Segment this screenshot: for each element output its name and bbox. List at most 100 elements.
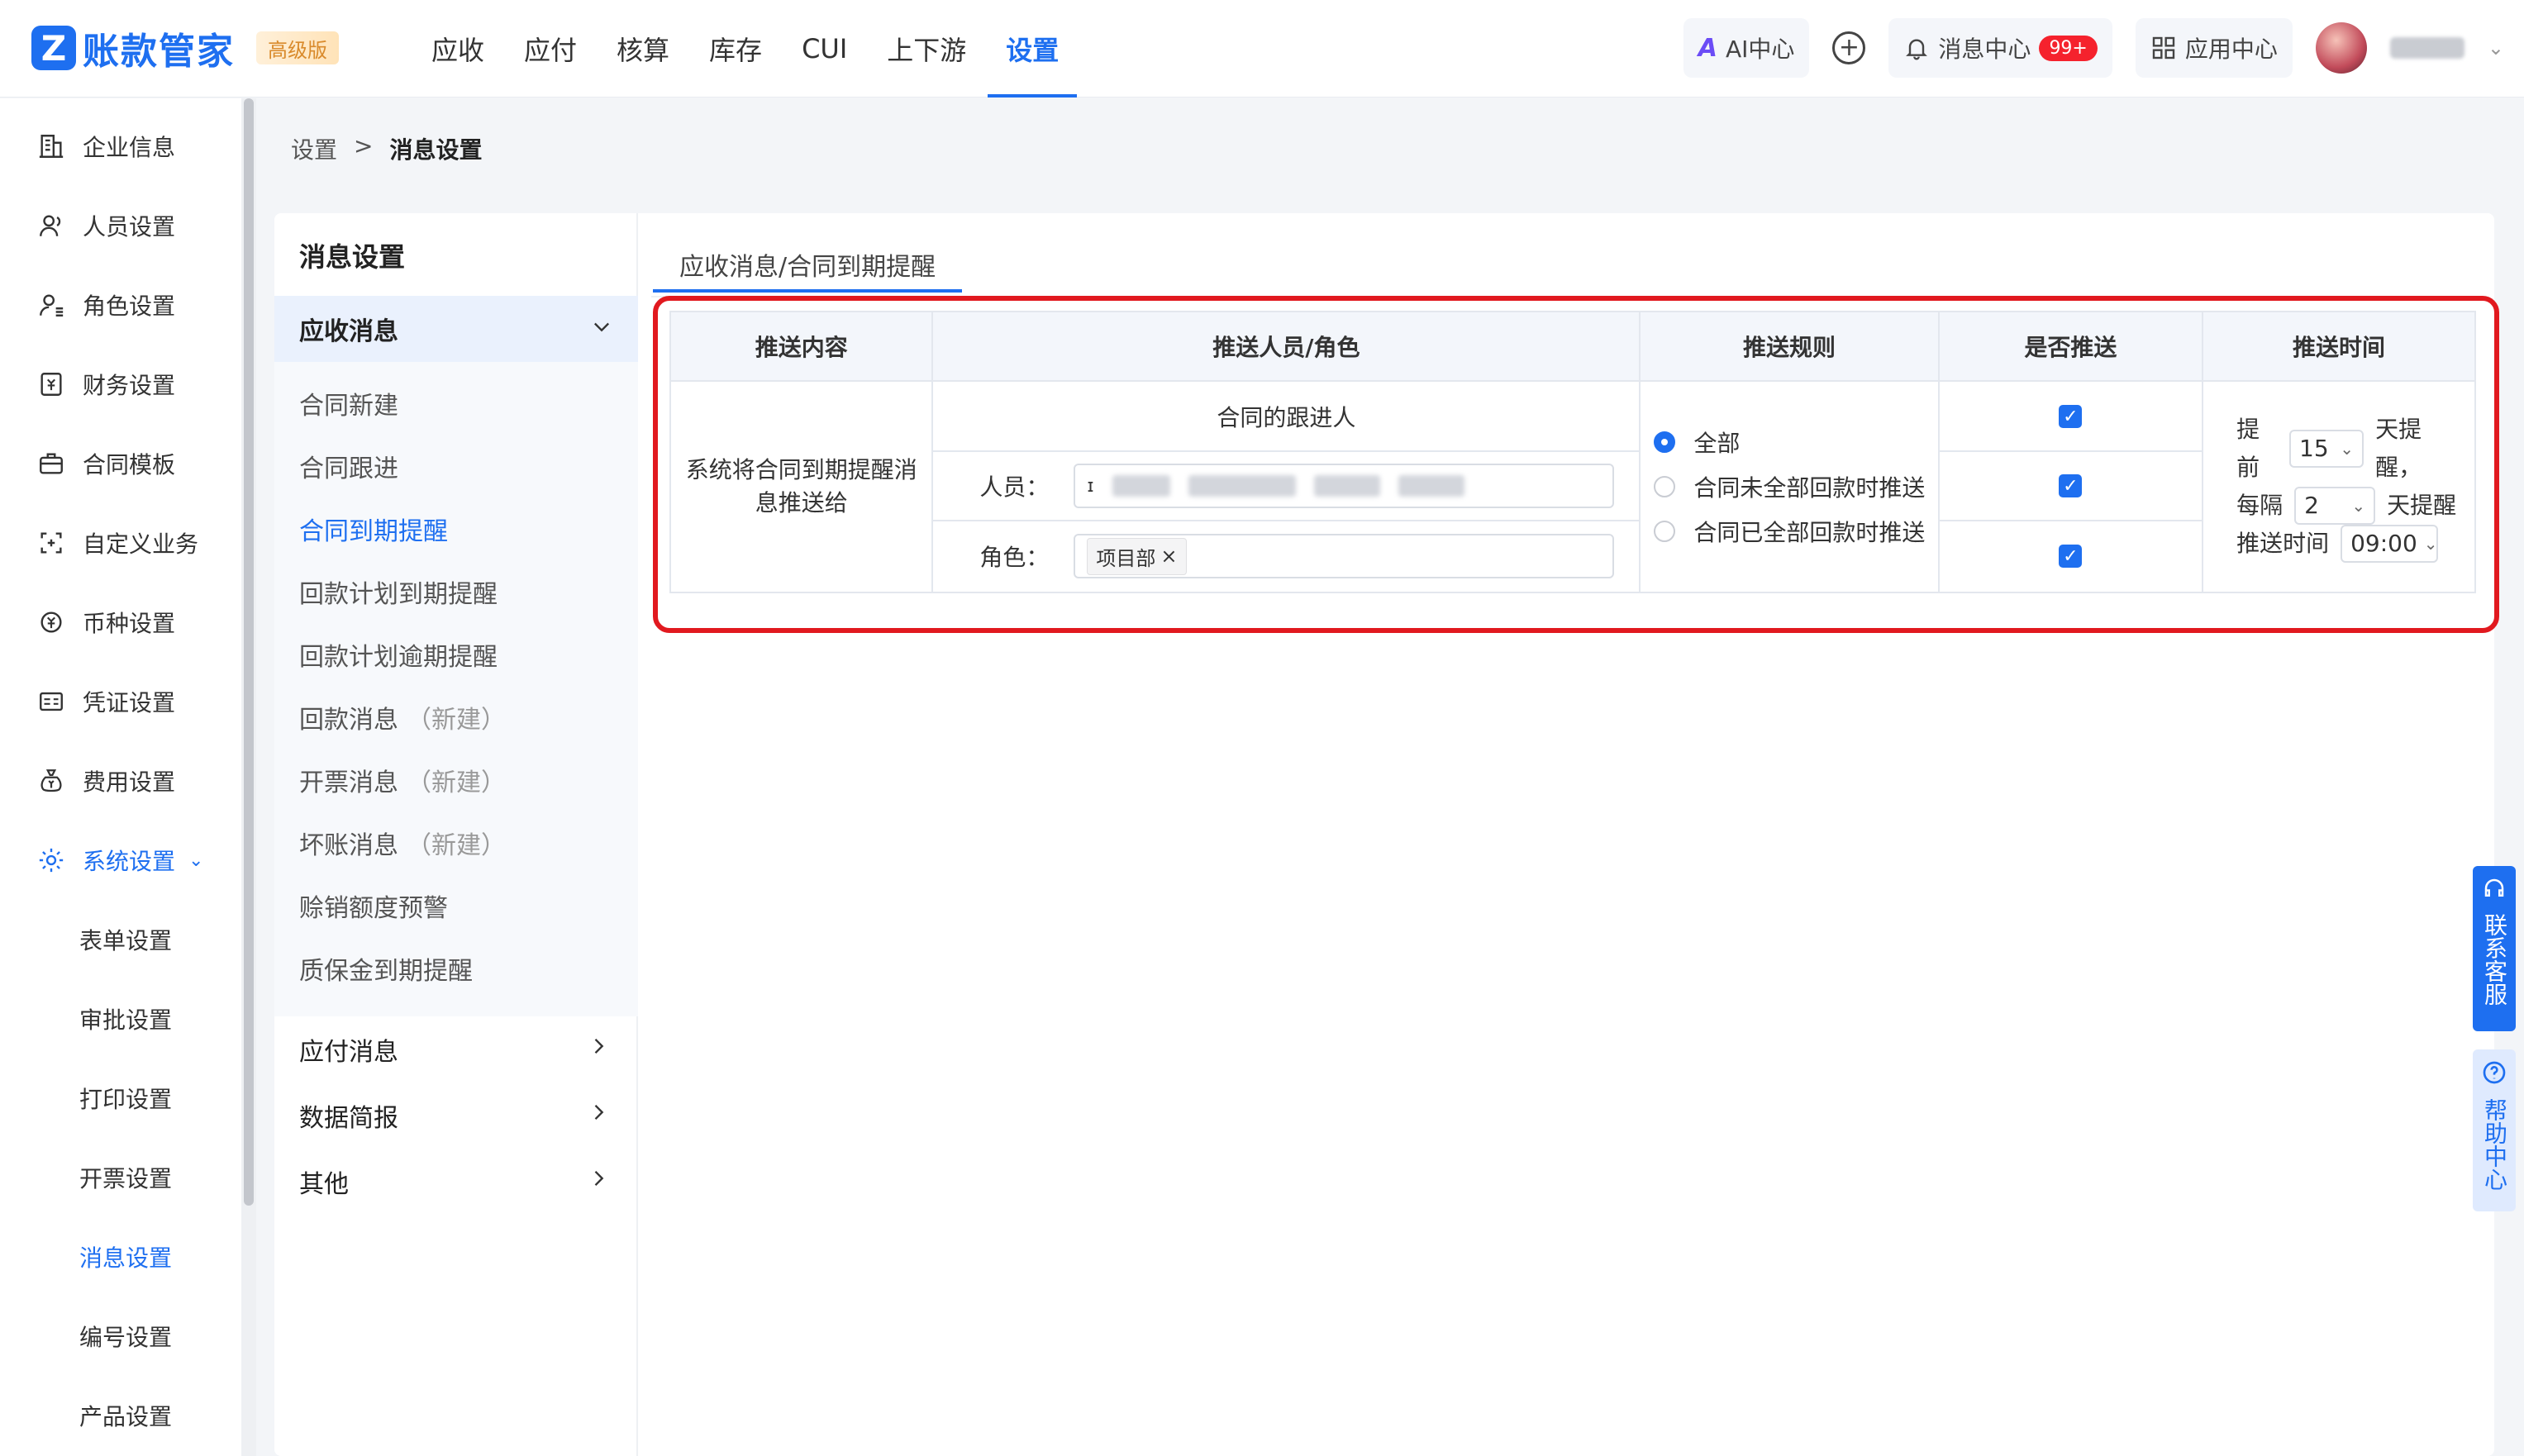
sidebar-item-contract-template[interactable]: 合同模板	[0, 424, 241, 503]
user-icon	[36, 211, 66, 240]
sidebar-item-product-settings[interactable]: 产品设置	[0, 1376, 241, 1455]
message-count-badge: 99+	[2039, 35, 2098, 61]
sidebar-item-invoice-settings[interactable]: 开票设置	[0, 1138, 241, 1217]
collapsed-groups: 应付消息 数据简报 其他	[274, 1016, 638, 1215]
top-bar: Z 账款管家 高级版 应收 应付 核算 库存 CUI 上下游 设置 A AI中心…	[0, 0, 2524, 98]
message-item-bad-debt[interactable]: 坏账消息 （新建）	[274, 811, 638, 874]
nav-settings[interactable]: 设置	[988, 0, 1078, 98]
bell-icon	[1906, 39, 1928, 60]
custom-icon	[36, 528, 66, 558]
breadcrumb-separator: >	[354, 132, 374, 159]
help-center-button[interactable]: 帮助中心	[2473, 1049, 2516, 1211]
chevron-right-icon	[587, 1101, 610, 1130]
highlight-annotation-box	[653, 296, 2499, 633]
sidebar-item-expense[interactable]: 费用设置	[0, 741, 241, 821]
breadcrumb-parent[interactable]: 设置	[291, 132, 337, 165]
nav-supply-chain[interactable]: 上下游	[869, 0, 984, 98]
group-payable-messages[interactable]: 应付消息	[274, 1016, 638, 1082]
nav-inventory[interactable]: 库存	[691, 0, 780, 98]
top-right-tools: A AI中心 + 消息中心 99+ 应用中心 ⌄	[1683, 18, 2504, 78]
nav-receivable[interactable]: 应收	[413, 0, 502, 98]
sidebar-item-label: 币种设置	[83, 610, 176, 637]
app-logo[interactable]: Z 账款管家 高级版	[31, 25, 339, 73]
sidebar-item-label: 角色设置	[83, 293, 176, 320]
ai-center-label: AI中心	[1726, 36, 1795, 63]
sidebar-item-message-settings[interactable]: 消息设置	[0, 1217, 241, 1297]
group-label: 应收消息	[299, 317, 398, 346]
chevron-down-icon	[590, 315, 613, 344]
message-item-payment[interactable]: 回款消息 （新建）	[274, 686, 638, 749]
nav-payable[interactable]: 应付	[506, 0, 595, 98]
message-item-plan-due[interactable]: 回款计划到期提醒	[274, 560, 638, 623]
app-name: 账款管家	[83, 31, 235, 73]
sidebar-item-label: 财务设置	[83, 372, 176, 399]
ai-center-button[interactable]: A AI中心	[1683, 18, 1810, 78]
sidebar-group-system-settings[interactable]: 系统设置 ⌄	[0, 821, 241, 900]
avatar[interactable]	[2315, 22, 2367, 74]
nav-accounting[interactable]: 核算	[598, 0, 688, 98]
message-item-warranty-expiry[interactable]: 质保金到期提醒	[274, 937, 638, 1000]
grid-icon	[2152, 36, 2175, 59]
sidebar: 企业信息 人员设置 角色设置 财务设置 合同模板 自定义业务 币种设置 凭证设置…	[0, 98, 241, 1456]
sidebar-item-label: 自定义业务	[83, 531, 199, 558]
chevron-down-icon: ⌄	[188, 849, 204, 871]
group-data-brief[interactable]: 数据简报	[274, 1082, 638, 1149]
message-item-plan-overdue[interactable]: 回款计划逾期提醒	[274, 623, 638, 686]
finance-icon	[36, 369, 66, 399]
sidebar-scrollbar[interactable]	[241, 98, 256, 1456]
top-nav: 应收 应付 核算 库存 CUI 上下游 设置	[413, 0, 1080, 98]
building-icon	[36, 131, 66, 161]
sidebar-item-finance[interactable]: 财务设置	[0, 345, 241, 424]
message-center-button[interactable]: 消息中心 99+	[1888, 18, 2112, 78]
message-item-contract-new[interactable]: 合同新建	[274, 372, 638, 435]
scrollbar-thumb[interactable]	[244, 98, 254, 1206]
voucher-icon	[36, 687, 66, 716]
question-circle-icon	[2481, 1059, 2507, 1092]
chevron-right-icon	[587, 1035, 610, 1064]
message-item-contract-followup[interactable]: 合同跟进	[274, 435, 638, 497]
system-gear-icon	[36, 845, 66, 875]
sidebar-item-label: 费用设置	[83, 768, 176, 796]
message-settings-nav: 消息设置 应收消息 合同新建 合同跟进 合同到期提醒 回款计划到期提醒 回款计划…	[274, 213, 638, 1456]
group-other[interactable]: 其他	[274, 1149, 638, 1215]
app-center-button[interactable]: 应用中心	[2135, 18, 2293, 78]
add-circle-icon[interactable]: +	[1832, 31, 1866, 64]
breadcrumb: 设置 > 消息设置	[291, 132, 483, 165]
receivable-message-list: 合同新建 合同跟进 合同到期提醒 回款计划到期提醒 回款计划逾期提醒 回款消息（…	[274, 362, 638, 1016]
chevron-down-icon[interactable]: ⌄	[2488, 36, 2504, 59]
nav-cui[interactable]: CUI	[783, 0, 865, 98]
message-settings-title: 消息设置	[299, 241, 406, 273]
message-item-invoice[interactable]: 开票消息 （新建）	[274, 749, 638, 811]
group-receivable-messages[interactable]: 应收消息	[274, 296, 638, 362]
sidebar-item-currency[interactable]: 币种设置	[0, 583, 241, 662]
app-center-label: 应用中心	[2184, 36, 2278, 63]
tab-contract-expiry[interactable]: 应收消息/合同到期提醒	[653, 240, 963, 293]
sidebar-item-custom-business[interactable]: 自定义业务	[0, 503, 241, 583]
sidebar-item-roles[interactable]: 角色设置	[0, 265, 241, 345]
chevron-right-icon	[587, 1167, 610, 1197]
user-role-icon	[36, 290, 66, 320]
sidebar-item-staff[interactable]: 人员设置	[0, 186, 241, 265]
sidebar-item-company[interactable]: 企业信息	[0, 107, 241, 186]
service-label: 联系客服	[2481, 913, 2508, 1006]
ai-icon: A	[1698, 33, 1717, 63]
breadcrumb-current: 消息设置	[389, 136, 483, 164]
message-item-contract-expiry[interactable]: 合同到期提醒	[274, 497, 638, 560]
sidebar-item-label: 企业信息	[83, 134, 176, 161]
sidebar-item-voucher[interactable]: 凭证设置	[0, 662, 241, 741]
user-name-blurred	[2389, 37, 2464, 59]
sidebar-item-approval-settings[interactable]: 审批设置	[0, 979, 241, 1059]
message-item-credit-warning[interactable]: 赊销额度预警	[274, 874, 638, 937]
help-label: 帮助中心	[2481, 1098, 2508, 1191]
sidebar-item-numbering-settings[interactable]: 编号设置	[0, 1297, 241, 1376]
message-center-label: 消息中心	[1938, 36, 2031, 63]
sidebar-item-label: 人员设置	[83, 213, 176, 240]
money-bag-icon	[36, 766, 66, 796]
briefcase-icon	[36, 449, 66, 478]
sidebar-item-label: 凭证设置	[83, 689, 176, 716]
sidebar-item-label: 合同模板	[83, 451, 176, 478]
logo-mark-icon: Z	[31, 26, 76, 70]
contact-service-button[interactable]: 联系客服	[2473, 866, 2516, 1031]
sidebar-item-form-settings[interactable]: 表单设置	[0, 900, 241, 979]
sidebar-item-print-settings[interactable]: 打印设置	[0, 1059, 241, 1138]
